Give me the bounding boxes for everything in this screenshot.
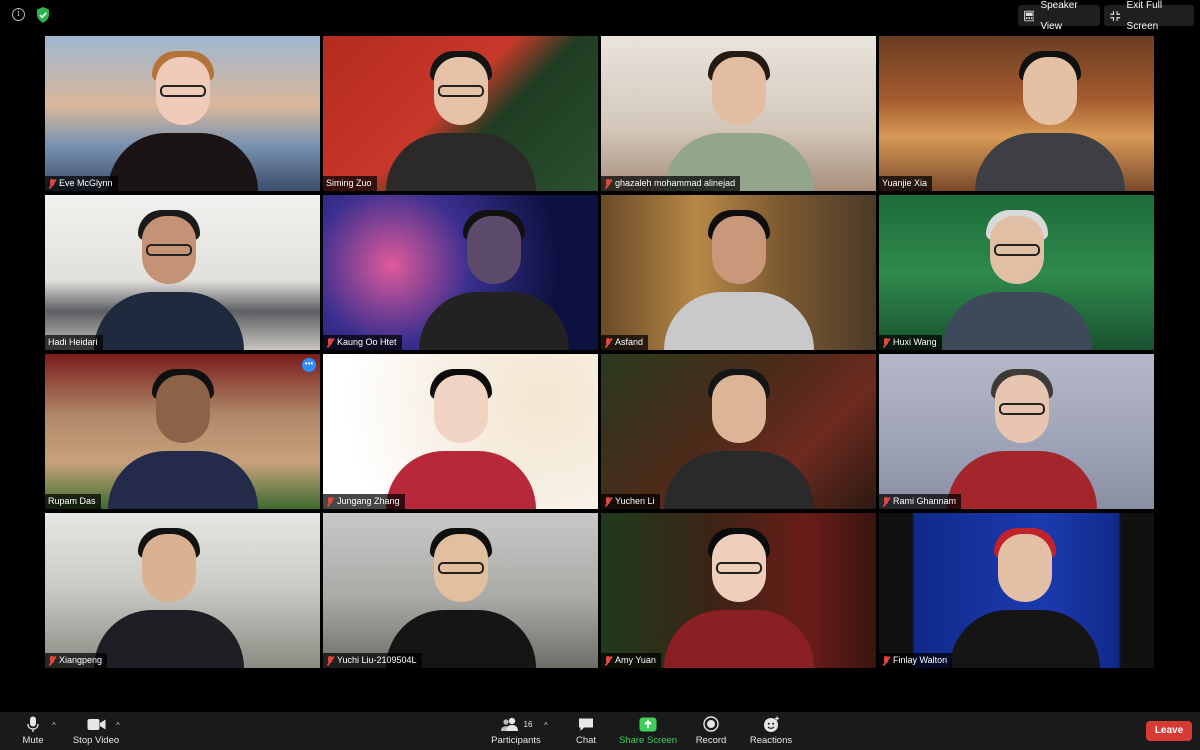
mic-muted-icon [326,496,334,507]
participant-video [385,41,536,191]
grid-view-icon [1024,10,1035,21]
participant-video [107,41,258,191]
participant-video [107,359,258,509]
participant-name-tag: Jungang Zhang [323,494,405,509]
video-tile[interactable]: Amy Yuan [601,513,876,668]
share-screen-button[interactable]: Share Screen [618,715,678,749]
video-tile[interactable]: Yuchi Liu-2109504L [323,513,598,668]
participant-name-tag: Huxi Wang [879,335,942,350]
video-tile[interactable]: Jungang Zhang [323,354,598,509]
participant-video [663,41,814,191]
video-tile[interactable]: Finlay Walton [879,513,1154,668]
participant-name-tag: Hadi Heidari [45,335,103,350]
participant-name-tag: Yuchen Li [601,494,660,509]
participant-name-tag: ghazaleh mohammad alinejad [601,176,741,191]
more-options-icon[interactable]: ••• [302,358,316,372]
participant-name-tag: Amy Yuan [601,653,661,668]
mic-muted-icon [604,496,612,507]
video-gallery: Eve McGlynn Siming Zuo ghazaleh mohammad… [45,36,1156,668]
participant-video [949,518,1100,668]
mic-muted-icon [882,496,890,507]
participant-video [93,518,244,668]
chat-button[interactable]: Chat [572,715,600,749]
mic-muted-icon [48,655,56,666]
participant-name-tag: Asfand [601,335,649,350]
chat-bubble-icon [579,718,593,731]
participant-name-tag: Yuanjie Xia [879,176,933,191]
participant-name-tag: Kaung Oo Htet [323,335,402,350]
mic-muted-icon [326,337,334,348]
participant-video [93,200,244,350]
exit-full-screen-icon [1110,10,1121,21]
video-options-caret-icon[interactable]: ^ [116,721,120,730]
video-tile[interactable]: Xiangpeng [45,513,320,668]
reactions-button[interactable]: Reactions [748,715,794,749]
mic-muted-icon [48,178,56,189]
speaker-view-label: Speaker View [1040,0,1078,32]
video-tile[interactable]: Eve McGlynn [45,36,320,191]
info-icon[interactable]: i [12,8,25,21]
leave-button[interactable]: Leave [1146,721,1192,741]
participant-name-tag: Eve McGlynn [45,176,118,191]
meeting-controls-toolbar: Mute ^ Stop Video ^ 16 Participants ^ Ch… [0,712,1200,750]
participant-video [974,41,1125,191]
video-tile[interactable]: Kaung Oo Htet [323,195,598,350]
participant-video [663,359,814,509]
video-tile[interactable]: Asfand [601,195,876,350]
participant-name-tag: Rupam Das [45,494,101,509]
mic-muted-icon [882,655,890,666]
video-tile[interactable]: ••• Rupam Das [45,354,320,509]
participants-options-caret-icon[interactable]: ^ [544,721,548,730]
record-icon [703,716,719,732]
video-tile[interactable]: Yuchen Li [601,354,876,509]
participants-count: 16 [523,719,533,729]
video-tile-active-speaker[interactable]: Siming Zuo [323,36,598,191]
exit-full-screen-label: Exit Full Screen [1126,0,1163,32]
participants-icon [500,717,518,731]
mic-muted-icon [604,655,612,666]
video-tile[interactable]: Hadi Heidari [45,195,320,350]
video-camera-icon [87,718,105,730]
speaker-view-button[interactable]: Speaker View [1018,0,1100,32]
smiley-reaction-icon [763,716,779,732]
shield-check-icon[interactable] [36,7,50,23]
participant-name-tag: Siming Zuo [323,176,377,191]
video-tile[interactable]: Huxi Wang [879,195,1154,350]
mic-muted-icon [604,337,612,348]
mute-button[interactable]: Mute [18,715,48,749]
record-button[interactable]: Record [694,715,728,749]
participant-video [663,200,814,350]
top-bar: i Speaker View Exit Full Screen [0,0,1200,32]
stop-video-button[interactable]: Stop Video [70,715,122,749]
mic-muted-icon [326,655,334,666]
participant-name-tag: Xiangpeng [45,653,108,668]
mic-muted-icon [882,337,890,348]
participant-video [385,359,536,509]
exit-full-screen-button[interactable]: Exit Full Screen [1104,0,1194,32]
participant-video [947,359,1097,509]
participant-name-tag: Finlay Walton [879,653,953,668]
participant-video [385,518,536,668]
participants-button[interactable]: 16 Participants [488,715,544,749]
mute-options-caret-icon[interactable]: ^ [52,721,56,730]
participant-name-tag: Yuchi Liu-2109504L [323,653,422,668]
participant-video [418,200,569,350]
video-tile[interactable]: ghazaleh mohammad alinejad [601,36,876,191]
participant-name-tag: Rami Ghannam [879,494,962,509]
microphone-icon [27,716,39,732]
participant-video [663,518,814,668]
video-tile[interactable]: Yuanjie Xia [879,36,1154,191]
participant-video [941,200,1092,350]
share-screen-icon [639,717,657,731]
video-tile[interactable]: Rami Ghannam [879,354,1154,509]
mic-muted-icon [604,178,612,189]
